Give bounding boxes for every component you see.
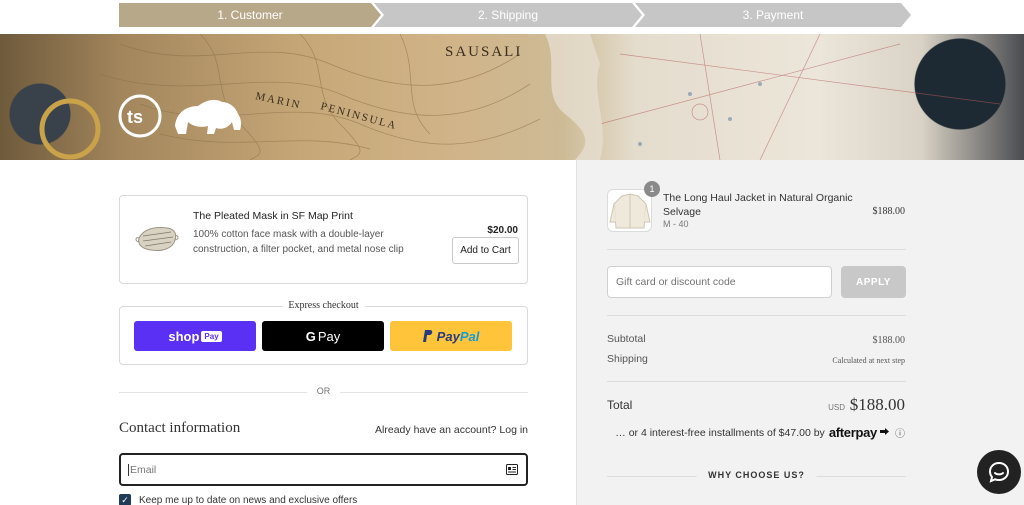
upsell-product-card: The Pleated Mask in SF Map Print 100% co… [119, 195, 528, 284]
shop-pay-badge: Pay [201, 330, 222, 342]
afterpay-message: … or 4 interest-free installments of $47… [615, 425, 905, 440]
afterpay-logo: afterpay [828, 425, 877, 440]
google-g-icon: G [305, 328, 316, 344]
text-cursor [128, 463, 129, 476]
express-checkout: Express checkout shop Pay G Pay Pay Pal [119, 300, 528, 365]
newsletter-label: Keep me up to date on news and exclusive… [139, 494, 358, 505]
subtotal-value: $188.00 [872, 335, 906, 346]
express-checkout-label: Express checkout [282, 300, 365, 311]
why-choose-us-heading: WHY CHOOSE US? [696, 470, 817, 480]
google-pay-button[interactable]: G Pay [262, 321, 384, 351]
step-customer-label: 1. Customer [217, 8, 283, 22]
logo-monogram: ts [127, 107, 143, 127]
paypal-icon [422, 330, 432, 342]
shop-pay-button[interactable]: shop Pay [134, 321, 256, 351]
map-label-peninsula: PENINSULA [319, 100, 399, 132]
login-link[interactable]: Log in [499, 424, 528, 436]
newsletter-option[interactable]: ✓ Keep me up to date on news and exclusi… [119, 494, 357, 505]
summary-divider [607, 381, 906, 382]
add-to-cart-button[interactable]: Add to Cart [452, 237, 519, 264]
map-label-sausalito: SAUSALI [445, 44, 522, 60]
checkout-main: The Pleated Mask in SF Map Print 100% co… [0, 160, 576, 505]
cart-item-price: $188.00 [872, 206, 906, 217]
email-placeholder: Email [130, 463, 157, 476]
jacket-product-image [607, 189, 652, 232]
paypal-text-pal: Pal [459, 328, 480, 344]
why-choose-divider: WHY CHOOSE US? [607, 470, 906, 480]
mask-product-image [135, 227, 179, 251]
account-prompt-text: Already have an account? [375, 424, 497, 436]
upsell-product-title: The Pleated Mask in SF Map Print [193, 210, 353, 222]
discount-code-input[interactable]: Gift card or discount code [607, 266, 832, 298]
chat-button[interactable] [977, 450, 1021, 494]
account-prompt: Already have an account? Log in [375, 424, 528, 436]
shipping-value: Calculated at next step [832, 356, 905, 365]
step-shipping-label: 2. Shipping [477, 8, 539, 22]
shipping-label: Shipping [607, 353, 648, 365]
discount-placeholder: Gift card or discount code [616, 276, 736, 288]
total-value: $188.00 [849, 395, 905, 414]
contact-information-title: Contact information [119, 420, 241, 436]
jacket-image-art [609, 193, 651, 229]
newsletter-checkbox[interactable]: ✓ [119, 494, 131, 505]
upsell-product-description: 100% cotton face mask with a double-laye… [193, 229, 404, 255]
checkout-page: 1. Customer 2. Shipping 3. Payment SAUSA… [0, 0, 1024, 505]
chat-icon [988, 461, 1010, 483]
apply-discount-button[interactable]: APPLY [841, 266, 906, 298]
google-pay-text: Pay [317, 328, 341, 344]
map-label-marin: MARIN [254, 90, 302, 111]
paypal-text-pay: Pay [436, 328, 460, 344]
checkout-stepper: 1. Customer 2. Shipping 3. Payment [119, 3, 911, 27]
afterpay-arrows-icon [880, 427, 889, 435]
map-banner-art: SAUSALI MARIN PENINSULA ts [39, 34, 1001, 160]
email-field[interactable]: Email [119, 453, 528, 486]
step-payment[interactable]: 3. Payment [635, 3, 911, 27]
afterpay-text: … or 4 interest-free installments of $47… [615, 426, 825, 439]
cart-item-variant: M - 40 [663, 219, 689, 229]
info-icon[interactable]: ⓘ [895, 425, 905, 440]
bear-icon [175, 99, 242, 134]
step-shipping[interactable]: 2. Shipping [374, 3, 642, 27]
paypal-button[interactable]: Pay Pal [390, 321, 512, 351]
cart-item-name: The Long Haul Jacket in Natural Organic … [663, 192, 853, 218]
summary-divider [607, 249, 906, 250]
step-customer[interactable]: 1. Customer [119, 3, 381, 27]
upsell-product-price: $20.00 [487, 225, 518, 236]
map-banner: SAUSALI MARIN PENINSULA ts [0, 34, 1024, 160]
quantity-badge: 1 [644, 181, 660, 197]
shop-pay-text: shop [168, 328, 200, 344]
step-payment-label: 3. Payment [742, 8, 804, 22]
or-divider: OR [119, 386, 528, 396]
subtotal-label: Subtotal [607, 333, 646, 345]
total-label: Total [607, 398, 633, 412]
or-divider-text: OR [306, 386, 341, 396]
summary-divider [607, 315, 906, 316]
total-currency: USD [828, 403, 845, 412]
contact-card-icon[interactable] [506, 464, 518, 475]
order-summary: 1 The Long Haul Jacket in Natural Organi… [576, 160, 1024, 505]
